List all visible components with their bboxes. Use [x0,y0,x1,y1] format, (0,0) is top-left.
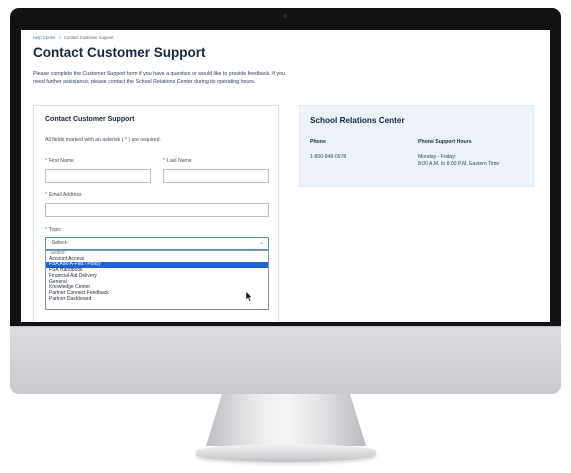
required-asterisk: * [45,158,47,164]
topic-label-text: Topic [48,227,61,233]
breadcrumb-home-link[interactable]: Help Center [33,35,55,40]
phone-number: 1-800-848-0978 [310,154,347,160]
topic-option[interactable]: Partner Dashboard [46,296,268,303]
first-name-label-text: First Name [48,158,74,164]
phone-header: Phone [310,139,326,145]
email-label: * Email Address [45,192,82,198]
hours-value: Monday - Friday: 8:00 A.M. to 8:00 P.M. … [418,154,499,169]
topic-label: * Topic [45,227,61,233]
support-form-card: Contact Customer Support All fields mark… [33,105,279,322]
mouse-pointer-icon [245,291,253,302]
first-name-label: * First Name [45,158,74,164]
school-relations-title: School Relations Center [310,116,405,125]
topic-selected-value: -Select- [50,240,68,246]
camera-dot [283,14,287,18]
last-name-input[interactable] [163,169,269,183]
monitor-stand-neck [206,394,366,446]
form-title: Contact Customer Support [45,116,135,123]
monitor-screen: Help Center > Contact Customer Support C… [21,30,550,322]
hours-time: 8:00 A.M. to 8:00 P.M. Eastern Time [418,161,500,168]
breadcrumb: Help Center > Contact Customer Support [33,35,114,40]
required-asterisk: * [163,158,165,164]
required-asterisk: * [45,227,47,233]
topic-select[interactable]: -Select- ⌄ [45,237,269,250]
monitor-chin [10,326,561,394]
intro-line-2: need further assistance, please contact … [33,79,256,86]
intro-line-1: Please complete the Customer Support for… [33,71,286,77]
required-asterisk: * [45,192,47,198]
required-note: All fields marked with an asterisk ( * )… [45,137,161,143]
intro-text: Please complete the Customer Support for… [33,70,373,86]
email-input[interactable] [45,203,269,217]
email-label-text: Email Address [48,192,82,198]
monitor-stand-base [196,444,376,462]
breadcrumb-current: Contact Customer Support [64,35,114,40]
first-name-input[interactable] [45,169,151,183]
hours-header: Phone Support Hours [418,139,472,145]
last-name-label-text: Last Name [166,158,192,164]
breadcrumb-separator: > [58,35,61,40]
last-name-label: * Last Name [163,158,192,164]
school-relations-card: School Relations Center Phone Phone Supp… [299,105,534,187]
page-title: Contact Customer Support [33,45,206,60]
hours-days: Monday - Friday: [418,154,457,160]
topic-dropdown-list[interactable]: -Select- Account Access FSA Ask-A-Fed / … [45,250,269,310]
chevron-down-icon[interactable]: ⌄ [259,238,264,249]
